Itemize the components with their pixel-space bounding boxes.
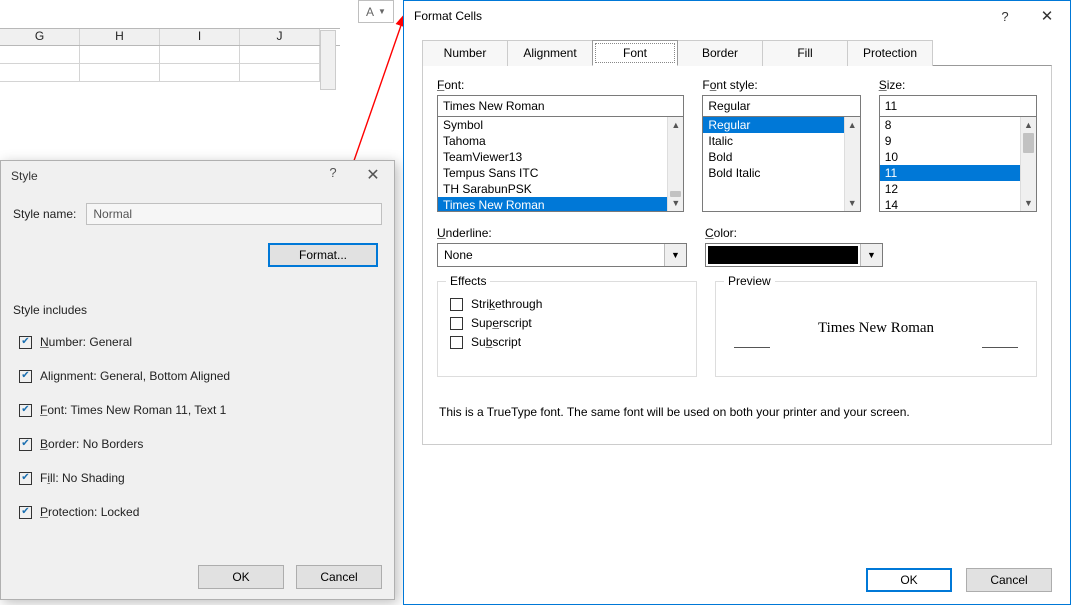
style-ok-button[interactable]: OK [198,565,284,589]
list-item[interactable]: 10 [880,149,1020,165]
size-list[interactable]: 8 9 10 11 12 14 ▲▼ [879,116,1037,212]
chevron-down-icon: ▼ [664,244,686,266]
scrollbar[interactable]: ▲▼ [1020,117,1036,211]
fx-strike: Strikethrough [471,297,542,311]
checkbox[interactable] [450,317,463,330]
effects-label: Effects [446,274,490,288]
checkbox[interactable]: ✔ [19,472,32,485]
tab-fill[interactable]: Fill [762,40,848,66]
name-box[interactable]: A▼ [358,0,394,23]
tab-font[interactable]: Font [592,40,678,66]
color-select[interactable]: ▼ [705,243,883,267]
cancel-button[interactable]: Cancel [966,568,1052,592]
list-item[interactable]: 12 [880,181,1020,197]
fx-sup: Superscript [471,316,532,330]
color-swatch [708,246,858,264]
help-button[interactable]: ? [988,4,1022,28]
list-item[interactable]: 11 [880,165,1020,181]
opt-fill: Fill: No Shading [40,471,125,485]
scrollbar[interactable]: ▲▼ [844,117,860,211]
opt-protection: Protection: Locked [40,505,139,519]
style-name-label: Style name: [13,207,76,221]
fx-sub: Subscript [471,335,521,349]
font-style-input[interactable] [702,95,860,117]
opt-font: Font: Times New Roman 11, Text 1 [40,403,226,417]
tab-number[interactable]: Number [422,40,508,66]
font-style-list[interactable]: Regular Italic Bold Bold Italic ▲▼ [702,116,860,212]
tab-border[interactable]: Border [677,40,763,66]
underline-select[interactable]: None ▼ [437,243,687,267]
list-item[interactable]: TH SarabunPSK [438,181,667,197]
font-description: This is a TrueType font. The same font w… [439,405,1035,419]
font-style-label: Font style: [702,78,860,92]
checkbox[interactable]: ✔ [19,506,32,519]
opt-border: Border: No Borders [40,437,143,451]
list-item[interactable]: Bold Italic [703,165,843,181]
list-item[interactable]: TeamViewer13 [438,149,667,165]
size-label: Size: [879,78,1037,92]
col-header[interactable]: G [0,29,80,45]
color-label: Color: [705,226,883,240]
size-input[interactable] [879,95,1037,117]
chevron-down-icon: ▼ [378,7,386,16]
tab-alignment[interactable]: Alignment [507,40,593,66]
style-name-input[interactable] [86,203,382,225]
list-item[interactable]: Bold [703,149,843,165]
list-item[interactable]: 14 [880,197,1020,211]
preview-group: Preview Times New Roman [715,281,1037,377]
font-label: Font: [437,78,684,92]
tab-protection[interactable]: Protection [847,40,933,66]
ok-button[interactable]: OK [866,568,952,592]
format-cells-title: Format Cells [414,9,482,23]
name-box-value: A [366,5,374,19]
effects-group: Effects Strikethrough Superscript Subscr… [437,281,697,377]
col-header[interactable]: I [160,29,240,45]
checkbox[interactable]: ✔ [19,404,32,417]
list-item[interactable]: Regular [703,117,843,133]
includes-label: Style includes [13,303,382,317]
checkbox[interactable]: ✔ [19,438,32,451]
checkbox[interactable] [450,298,463,311]
preview-text: Times New Roman [728,298,1024,358]
col-header[interactable]: J [240,29,320,45]
spreadsheet-bg: G H I J [0,0,340,100]
help-button[interactable]: ? [318,165,348,187]
checkbox[interactable] [450,336,463,349]
chevron-down-icon: ▼ [860,244,882,266]
font-list[interactable]: Symbol Tahoma TeamViewer13 Tempus Sans I… [437,116,684,212]
col-header[interactable]: H [80,29,160,45]
opt-alignment: Alignment: General, Bottom Aligned [40,369,230,383]
style-cancel-button[interactable]: Cancel [296,565,382,589]
format-button[interactable]: Format... [268,243,378,267]
underline-label: Underline: [437,226,687,240]
opt-number: NNumber: Generalumber: General [40,335,132,349]
close-button[interactable]: ✕ [1030,4,1064,28]
list-item[interactable]: Tahoma [438,133,667,149]
font-input[interactable] [437,95,684,117]
underline-value: None [444,248,473,262]
list-item[interactable]: 8 [880,117,1020,133]
format-cells-dialog: Format Cells ? ✕ Number Alignment Font B… [403,0,1071,605]
list-item[interactable]: Symbol [438,117,667,133]
checkbox[interactable]: ✔ [19,370,32,383]
sheet-scrollbar[interactable] [320,30,336,90]
checkbox[interactable]: ✔ [19,336,32,349]
list-item[interactable]: 9 [880,133,1020,149]
preview-label: Preview [724,274,775,288]
list-item[interactable]: Tempus Sans ITC [438,165,667,181]
close-button[interactable]: ✕ [358,165,388,187]
list-item[interactable]: Times New Roman [438,197,667,211]
style-dialog: Style ? ✕ Style name: Format... Style in… [0,160,395,600]
scrollbar[interactable]: ▲▼ [667,117,683,211]
style-dialog-title: Style [11,169,38,183]
list-item[interactable]: Italic [703,133,843,149]
